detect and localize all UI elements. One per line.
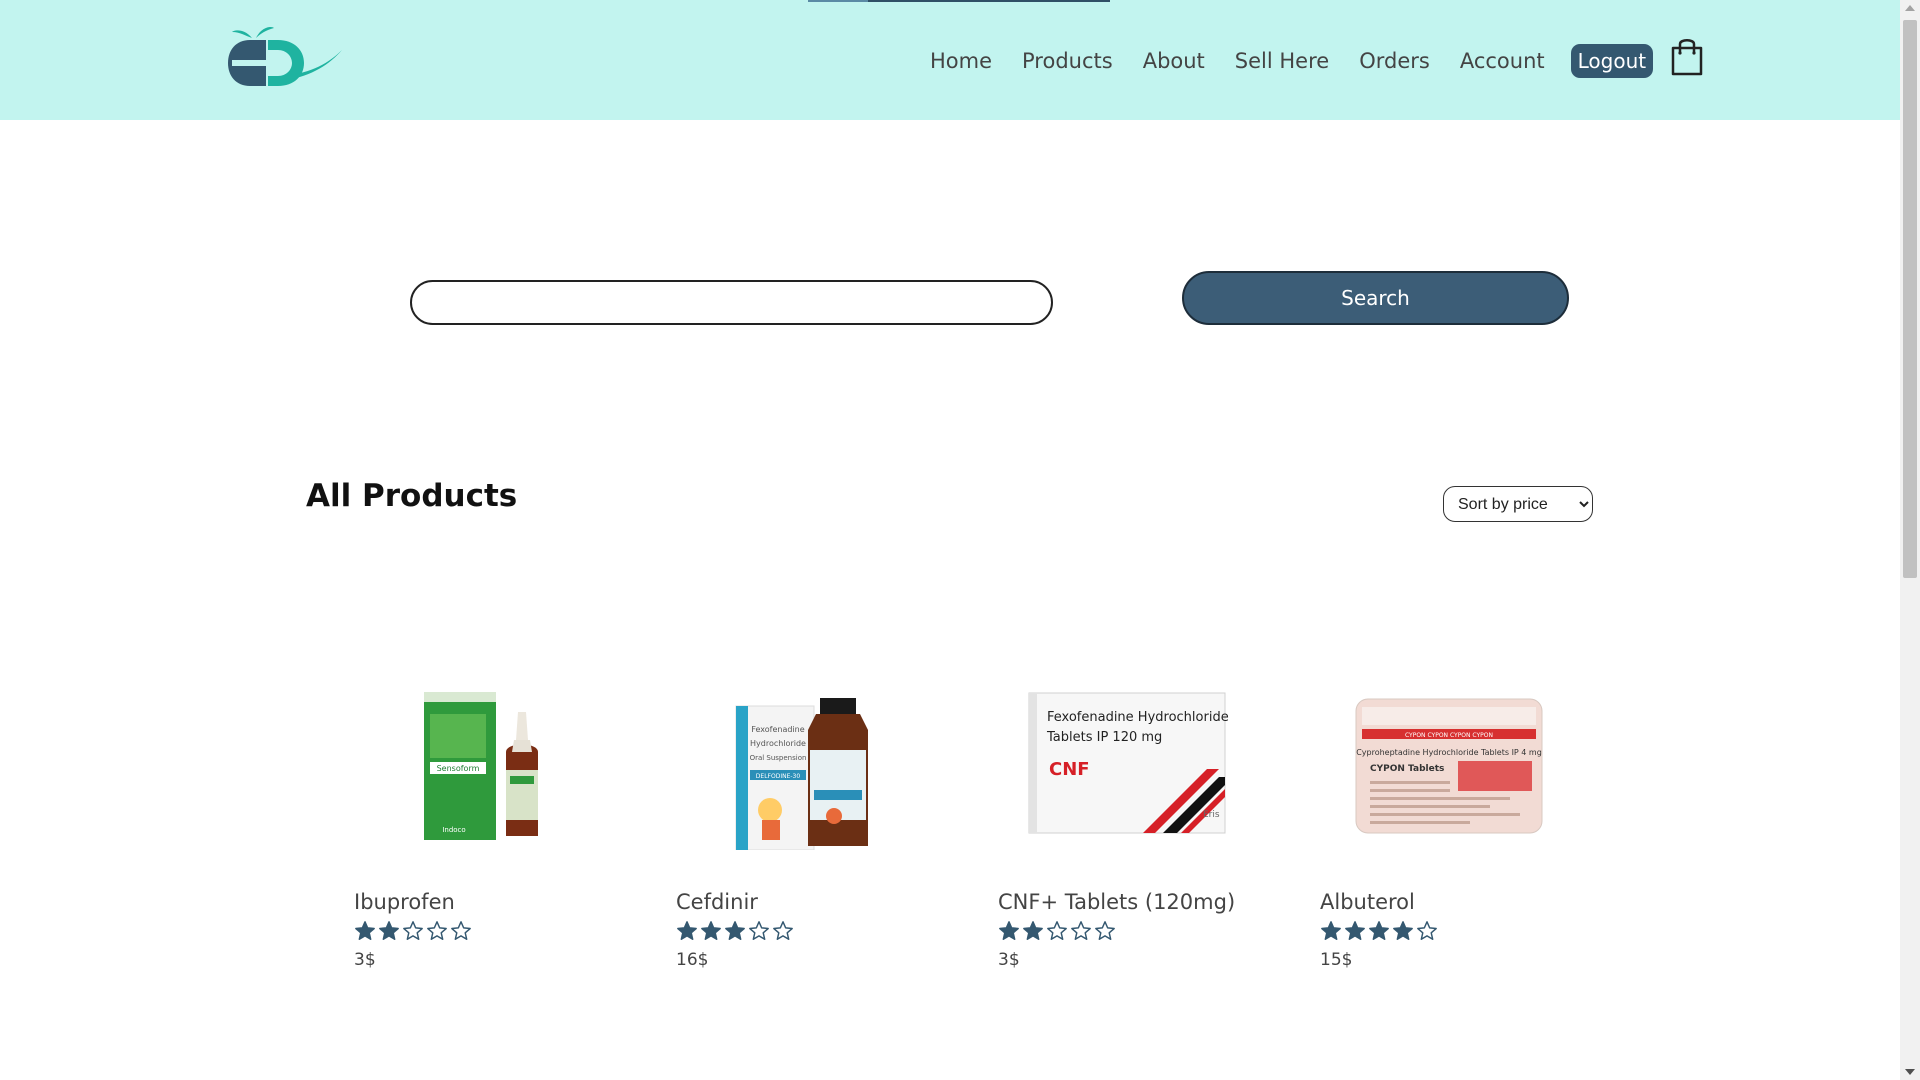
star-filled-icon — [999, 921, 1019, 940]
product-name[interactable]: Cefdinir — [676, 890, 758, 914]
star-filled-icon — [725, 921, 745, 940]
scrollbar-thumb[interactable] — [1903, 20, 1917, 578]
product-image[interactable]: Fexofenadine Hydrochloride Oral Suspensi… — [676, 640, 936, 880]
product-price: 3$ — [998, 950, 1020, 970]
medicine-box-bottle-image: Fexofenadine Hydrochloride Oral Suspensi… — [735, 698, 868, 850]
product-price: 3$ — [354, 950, 376, 970]
strip-line1: Cyproheptadine Hydrochloride Tablets IP … — [1356, 748, 1542, 757]
product-card-albuterol[interactable]: CYPON CYPON CYPON CYPON Cyproheptadine H… — [1320, 640, 1600, 980]
star-outline-icon — [749, 921, 769, 940]
nav-link-about[interactable]: About — [1143, 49, 1205, 73]
product-price: 15$ — [1320, 950, 1353, 970]
product-card-cefdinir[interactable]: Fexofenadine Hydrochloride Oral Suspensi… — [676, 640, 956, 980]
scroll-down-arrow-icon[interactable] — [1905, 1069, 1915, 1075]
star-filled-icon — [379, 921, 399, 940]
star-outline-icon — [1047, 921, 1067, 940]
page-scrollbar[interactable] — [1900, 0, 1920, 1080]
site-header: Home Products About Sell Here Orders Acc… — [0, 0, 1900, 120]
nav-link-account[interactable]: Account — [1460, 49, 1545, 73]
strip-brand-text: CYPON Tablets — [1370, 764, 1444, 774]
product-card-cnf-tablets[interactable]: Fexofenadine Hydrochloride Tablets IP 12… — [998, 640, 1278, 980]
search-input[interactable] — [410, 280, 1053, 325]
star-outline-icon — [773, 921, 793, 940]
search-button[interactable]: Search — [1182, 271, 1569, 325]
box-brand-text: Sensoform — [437, 764, 480, 773]
main-nav: Home Products About Sell Here Orders Acc… — [930, 44, 1654, 78]
box-line1: Fexofenadine — [751, 725, 804, 734]
product-name[interactable]: CNF+ Tablets (120mg) — [998, 890, 1235, 914]
box-line3: Oral Suspension — [750, 754, 807, 762]
star-filled-icon — [1321, 921, 1341, 940]
product-card-ibuprofen[interactable]: Sensoform Indoco Ibuprofen 3$ — [354, 640, 634, 980]
nav-link-products[interactable]: Products — [1022, 49, 1113, 73]
shopping-bag-icon[interactable] — [1670, 36, 1704, 76]
star-outline-icon — [1095, 921, 1115, 940]
box-maker-text: Indoco — [442, 826, 465, 834]
star-outline-icon — [403, 921, 423, 940]
product-name[interactable]: Ibuprofen — [354, 890, 455, 914]
box-maker-text: Eris — [1203, 810, 1220, 820]
product-name[interactable]: Albuterol — [1320, 890, 1415, 914]
star-filled-icon — [677, 921, 697, 940]
product-rating — [676, 920, 796, 942]
box-line2: Tablets IP 120 mg — [1046, 730, 1162, 745]
medicine-box-bottle-image: Sensoform Indoco — [424, 692, 538, 840]
box-brand-text: CNF — [1049, 759, 1090, 780]
section-title: All Products — [306, 478, 518, 514]
star-filled-icon — [701, 921, 721, 940]
nav-link-orders[interactable]: Orders — [1359, 49, 1430, 73]
star-outline-icon — [1071, 921, 1091, 940]
star-outline-icon — [427, 921, 447, 940]
product-image[interactable]: Sensoform Indoco — [354, 640, 614, 880]
box-brand-text: DELFODINE-30 — [756, 773, 801, 780]
nav-link-home[interactable]: Home — [930, 49, 992, 73]
star-filled-icon — [1023, 921, 1043, 940]
star-filled-icon — [1369, 921, 1389, 940]
medicine-strip-image: CYPON CYPON CYPON CYPON Cyproheptadine H… — [1355, 698, 1543, 834]
star-filled-icon — [1345, 921, 1365, 940]
star-filled-icon — [355, 921, 375, 940]
box-line1: Fexofenadine Hydrochloride — [1047, 710, 1229, 725]
pharmacy-logo-icon[interactable] — [226, 24, 344, 90]
logout-button[interactable]: Logout — [1570, 44, 1654, 78]
product-image[interactable]: Fexofenadine Hydrochloride Tablets IP 12… — [998, 640, 1258, 880]
product-price: 16$ — [676, 950, 709, 970]
nav-link-sell-here[interactable]: Sell Here — [1235, 49, 1329, 73]
product-rating — [1320, 920, 1440, 942]
strip-band-text: CYPON CYPON CYPON CYPON — [1405, 732, 1493, 739]
product-rating — [998, 920, 1118, 942]
product-rating — [354, 920, 474, 942]
star-outline-icon — [451, 921, 471, 940]
star-outline-icon — [1417, 921, 1437, 940]
product-grid: Sensoform Indoco Ibuprofen 3$ Fexofenadi… — [354, 640, 1654, 980]
box-line2: Hydrochloride — [750, 739, 806, 748]
product-image[interactable]: CYPON CYPON CYPON CYPON Cyproheptadine H… — [1320, 640, 1580, 880]
loading-progress-line — [808, 0, 1110, 2]
sort-select[interactable]: Sort by price — [1443, 486, 1593, 522]
scroll-up-arrow-icon[interactable] — [1905, 5, 1915, 11]
star-filled-icon — [1393, 921, 1413, 940]
medicine-box-image: Fexofenadine Hydrochloride Tablets IP 12… — [1028, 692, 1229, 834]
